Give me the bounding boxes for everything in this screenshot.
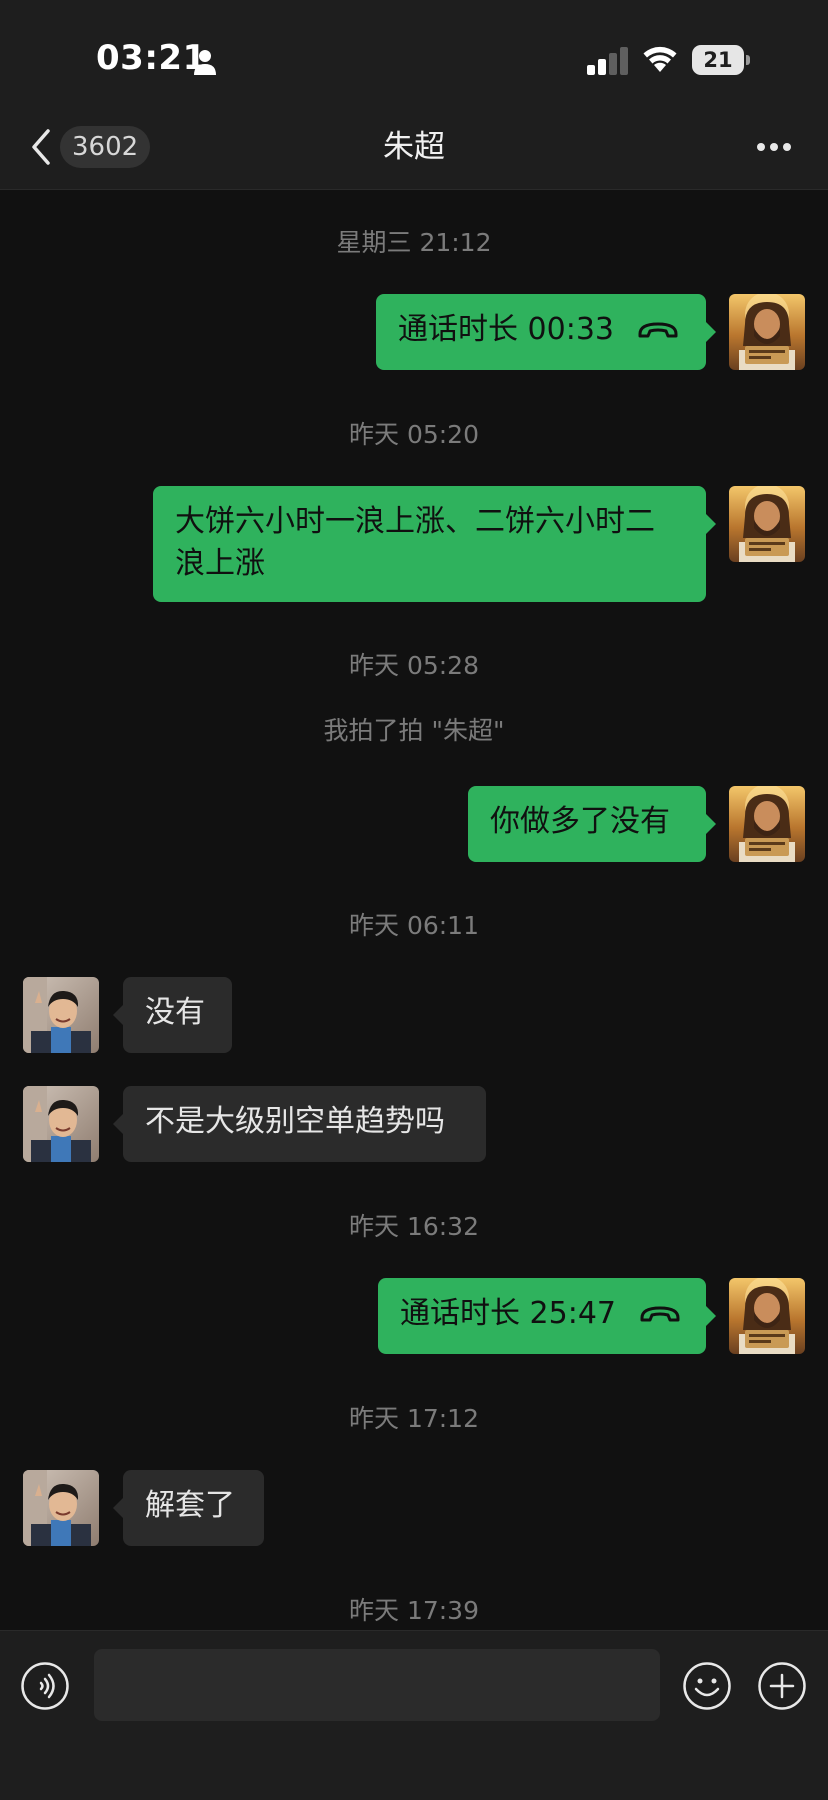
timestamp: 昨天 16:32 [349, 1212, 479, 1241]
self-avatar[interactable] [729, 1278, 805, 1354]
message-bubble-incoming[interactable]: 没有 [113, 977, 232, 1053]
pat-system-message: 我拍了拍 "朱超" [323, 716, 505, 745]
self-avatar[interactable] [729, 294, 805, 370]
message-input[interactable] [94, 1649, 660, 1721]
person-icon [194, 50, 216, 75]
message-bubble-incoming[interactable]: 不是大级别空单趋势吗 [113, 1086, 486, 1162]
call-record-bubble[interactable]: 通话时长 25:47 [378, 1278, 716, 1354]
contact-avatar[interactable] [23, 1086, 99, 1162]
ellipsis-icon[interactable] [756, 140, 792, 154]
self-avatar[interactable] [729, 786, 805, 862]
call-record-row: 通话时长 00:33 [398, 309, 684, 351]
battery-level: 21 [703, 48, 733, 72]
message-bubble-outgoing[interactable]: 你做多了没有 [468, 786, 716, 862]
contact-avatar[interactable] [23, 1470, 99, 1546]
self-avatar[interactable] [729, 486, 805, 562]
phone-hangup-icon [640, 1306, 680, 1322]
message-bubble-incoming[interactable]: 解套了 [113, 1470, 264, 1546]
status-time: 03:21 [96, 38, 207, 78]
battery-indicator: 21 [692, 45, 750, 75]
input-bar [0, 1630, 828, 1800]
chat-screen: 03:21 21 3602 朱超 星期三 21:12 通话时长 00:33 昨天… [0, 0, 828, 1800]
chat-title: 朱超 [383, 129, 445, 165]
call-record-row: 通话时长 25:47 [400, 1293, 684, 1335]
timestamp: 昨天 06:11 [349, 911, 479, 940]
battery-tip [746, 55, 750, 65]
timestamp: 昨天 17:39 [349, 1596, 479, 1625]
top-bar: 03:21 21 3602 朱超 [0, 0, 828, 190]
plus-icon[interactable] [757, 1661, 807, 1711]
call-duration-text: 通话时长 25:47 [400, 1296, 616, 1331]
timestamp: 昨天 05:20 [349, 420, 479, 449]
wifi-icon [643, 46, 677, 72]
timestamp: 星期三 21:12 [336, 228, 492, 257]
signal-icon [587, 47, 628, 75]
emoji-icon[interactable] [682, 1661, 732, 1711]
call-record-bubble[interactable]: 通话时长 00:33 [376, 294, 716, 370]
timestamp: 昨天 05:28 [349, 651, 479, 680]
contact-avatar[interactable] [23, 977, 99, 1053]
message-bubble-outgoing[interactable]: 大饼六小时一浪上涨、二饼六小时二浪上涨 [153, 486, 716, 602]
phone-hangup-icon [638, 322, 678, 338]
voice-input-icon[interactable] [20, 1661, 70, 1711]
call-duration-text: 通话时长 00:33 [398, 312, 614, 347]
timestamp: 昨天 17:12 [349, 1404, 479, 1433]
